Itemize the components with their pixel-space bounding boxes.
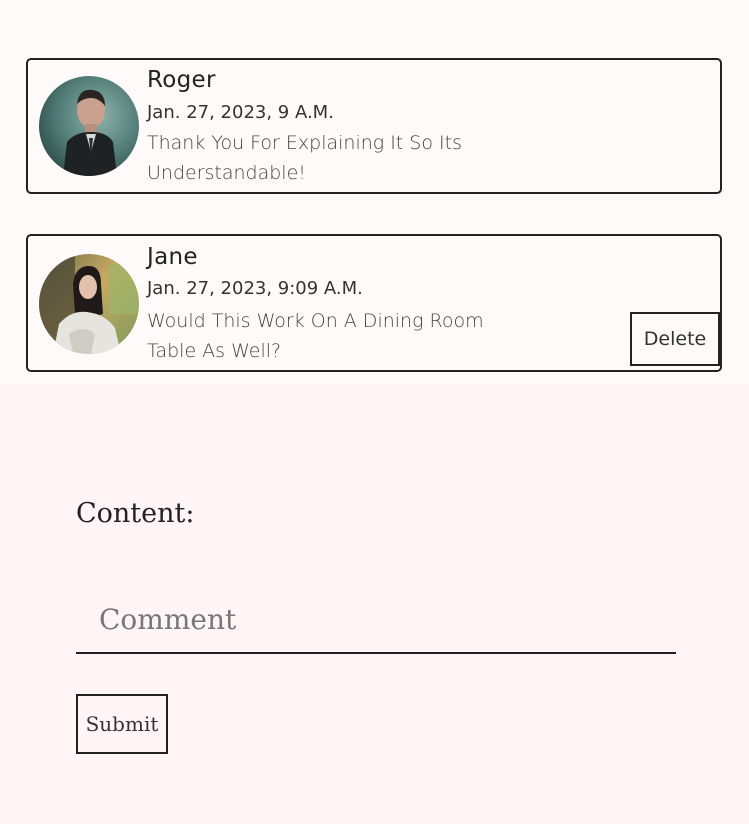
comment-author: Roger [147, 67, 216, 93]
submit-button[interactable]: Submit [76, 694, 168, 754]
avatar [39, 254, 139, 354]
avatar [39, 76, 139, 176]
comment-timestamp: Jan. 27, 2023, 9 A.M. [147, 102, 334, 123]
comment-timestamp: Jan. 27, 2023, 9:09 A.M. [147, 278, 363, 299]
comment-text: Thank You For Explaining It So Its Under… [147, 132, 462, 184]
delete-button[interactable]: Delete [630, 312, 720, 366]
comment-card: Jane Jan. 27, 2023, 9:09 A.M. Would This… [26, 234, 722, 372]
comment-input[interactable] [76, 586, 676, 654]
comment-author: Jane [147, 244, 198, 270]
content-label: Content: [76, 498, 195, 529]
comment-card: Roger Jan. 27, 2023, 9 A.M. Thank You Fo… [26, 58, 722, 194]
comment-text: Would This Work On A Dining Room Table A… [147, 310, 484, 362]
user-avatar-photo-icon [39, 76, 139, 176]
user-avatar-photo-icon [39, 254, 139, 354]
